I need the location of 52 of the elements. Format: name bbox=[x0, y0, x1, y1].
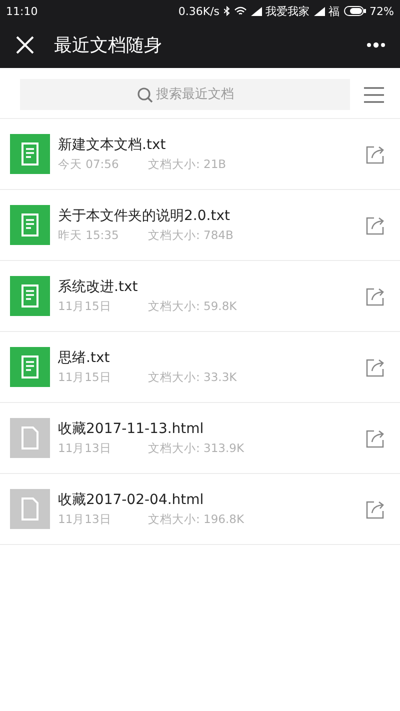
window-title: 最近文档随身 bbox=[54, 34, 163, 57]
file-name: 新建文本文档.txt bbox=[58, 136, 167, 154]
battery-icon bbox=[344, 6, 366, 16]
text-file-icon bbox=[10, 134, 50, 174]
file-size: 文档大小: 21B bbox=[148, 157, 226, 172]
file-size: 文档大小: 313.9K bbox=[148, 441, 244, 456]
file-item[interactable]: 关于本文件夹的说明2.0.txt 昨天 15:35 文档大小: 784B bbox=[0, 190, 400, 261]
share-icon bbox=[366, 428, 386, 448]
battery-percent: 72% bbox=[370, 4, 394, 18]
search-field[interactable]: 搜索最近文档 bbox=[20, 79, 350, 110]
text-file-icon bbox=[10, 205, 50, 245]
file-item[interactable]: 收藏2017-02-04.html 11月13日 文档大小: 196.8K bbox=[0, 474, 400, 545]
file-item[interactable]: 新建文本文档.txt 今天 07:56 文档大小: 21B bbox=[0, 119, 400, 190]
file-name: 系统改进.txt bbox=[58, 278, 139, 296]
status-time: 11:10 bbox=[6, 4, 38, 18]
wifi-icon bbox=[234, 6, 247, 16]
file-size: 文档大小: 33.3K bbox=[148, 370, 237, 385]
share-icon bbox=[366, 286, 386, 306]
carrier-name: 福 bbox=[328, 4, 340, 18]
carrier-name: 我爱我家 bbox=[266, 4, 310, 18]
menu-icon bbox=[364, 86, 384, 102]
text-file-icon bbox=[10, 347, 50, 387]
file-date: 11月13日 bbox=[58, 512, 112, 527]
file-size: 文档大小: 59.8K bbox=[148, 299, 237, 314]
file-name: 思绪.txt bbox=[58, 349, 111, 367]
file-icon bbox=[10, 418, 50, 458]
text-file-icon bbox=[10, 276, 50, 316]
signal-icon bbox=[314, 6, 325, 16]
network-speed: 0.36K/s bbox=[178, 4, 220, 18]
file-item[interactable]: 思绪.txt 11月15日 文档大小: 33.3K bbox=[0, 332, 400, 403]
file-date: 11月13日 bbox=[58, 441, 112, 456]
file-date: 11月15日 bbox=[58, 299, 112, 314]
share-icon bbox=[366, 357, 386, 377]
file-name: 收藏2017-02-04.html bbox=[58, 491, 205, 509]
close-icon bbox=[16, 36, 34, 54]
file-item[interactable]: 系统改进.txt 11月15日 文档大小: 59.8K bbox=[0, 261, 400, 332]
share-icon bbox=[366, 144, 386, 164]
more-icon bbox=[366, 42, 386, 48]
share-icon bbox=[366, 215, 386, 235]
file-item[interactable]: 收藏2017-11-13.html 11月13日 文档大小: 313.9K bbox=[0, 403, 400, 474]
file-size: 文档大小: 784B bbox=[148, 228, 234, 243]
file-size: 文档大小: 196.8K bbox=[148, 512, 244, 527]
search-icon bbox=[137, 87, 153, 103]
file-date: 今天 07:56 bbox=[58, 157, 120, 172]
file-name: 关于本文件夹的说明2.0.txt bbox=[58, 207, 231, 225]
file-date: 11月15日 bbox=[58, 370, 112, 385]
file-date: 昨天 15:35 bbox=[58, 228, 120, 243]
share-icon bbox=[366, 499, 386, 519]
file-icon bbox=[10, 489, 50, 529]
file-name: 收藏2017-11-13.html bbox=[58, 420, 205, 438]
bluetooth-icon bbox=[224, 6, 230, 16]
signal-icon bbox=[250, 6, 262, 16]
